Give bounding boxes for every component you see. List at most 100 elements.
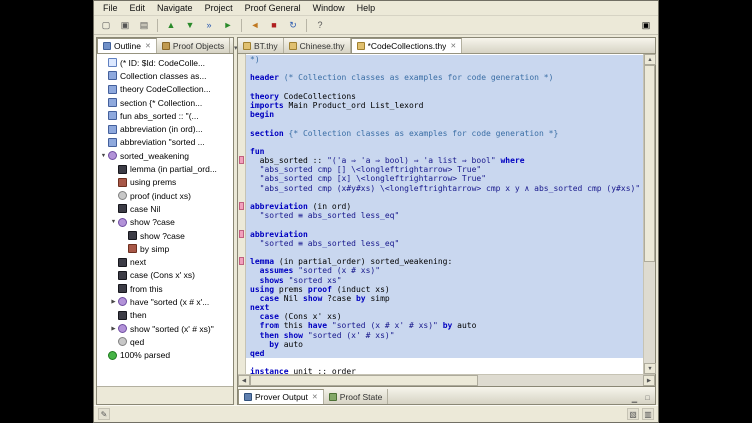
proof-goto-icon[interactable]: » bbox=[200, 17, 218, 33]
minimize-view-icon[interactable]: ▁ bbox=[629, 393, 640, 404]
tasks-icon[interactable]: ▥ bbox=[642, 408, 654, 420]
horizontal-scroll-track[interactable] bbox=[250, 375, 643, 386]
outline-item-qed[interactable]: qed bbox=[97, 335, 233, 348]
outline-item-collection-classes-as[interactable]: Collection classes as... bbox=[97, 69, 233, 82]
outline-item-abbreviation-sorted[interactable]: abbreviation "sorted ... bbox=[97, 136, 233, 149]
code-line-21[interactable]: "sorted ≡ abs_sorted less_eq" bbox=[246, 239, 643, 248]
outline-item-using-prems[interactable]: using prems bbox=[97, 176, 233, 189]
new-file-icon[interactable]: ▢ bbox=[97, 17, 115, 33]
tab-chinese-thy[interactable]: Chinese.thy bbox=[284, 38, 351, 53]
proof-next-step-icon[interactable]: ▼ bbox=[181, 17, 199, 33]
outline-item-100-parsed[interactable]: 100% parsed bbox=[97, 349, 233, 362]
code-area[interactable]: *) header (* Collection classes as exampl… bbox=[246, 54, 643, 374]
vertical-scroll-thumb[interactable] bbox=[644, 65, 655, 262]
horizontal-scrollbar[interactable]: ◀ ▶ bbox=[238, 374, 655, 386]
code-line-23[interactable]: lemma (in partial_order) sorted_weakenin… bbox=[246, 257, 643, 266]
code-line-22[interactable] bbox=[246, 248, 643, 257]
outline-item-next[interactable]: next bbox=[97, 255, 233, 268]
close-icon[interactable]: ✕ bbox=[450, 42, 456, 50]
code-line-29[interactable]: case (Cons x' xs) bbox=[246, 312, 643, 321]
code-line-20[interactable]: abbreviation bbox=[246, 230, 643, 239]
outline-item-sorted-weakening[interactable]: ▼sorted_weakening bbox=[97, 149, 233, 162]
outline-item-theory-codecollection[interactable]: theory CodeCollection... bbox=[97, 83, 233, 96]
code-line-17[interactable]: abbreviation (in ord) bbox=[246, 202, 643, 211]
outline-item-have-sorted-x-x[interactable]: ▶have "sorted (x # x'... bbox=[97, 295, 233, 308]
perspective-icon[interactable]: ▣ bbox=[637, 17, 655, 33]
code-line-12[interactable]: abs_sorted :: "('a ⇒ 'a ⇒ bool) ⇒ 'a lis… bbox=[246, 156, 643, 165]
outline-item-fun-abs-sorted[interactable]: fun abs_sorted :: "(... bbox=[97, 109, 233, 122]
code-line-13[interactable]: "abs_sorted cmp [] \<longleftrightarrow>… bbox=[246, 165, 643, 174]
code-line-24[interactable]: assumes "sorted (x # xs)" bbox=[246, 266, 643, 275]
code-line-2[interactable] bbox=[246, 64, 643, 73]
save-icon[interactable]: ▣ bbox=[116, 17, 134, 33]
vertical-scroll-track[interactable] bbox=[644, 65, 655, 363]
outline-item-proof-induct-xs[interactable]: proof (induct xs) bbox=[97, 189, 233, 202]
outline-item-abbreviation-in-ord[interactable]: abbreviation (in ord)... bbox=[97, 122, 233, 135]
code-line-10[interactable] bbox=[246, 138, 643, 147]
help-icon[interactable]: ? bbox=[311, 17, 329, 33]
code-line-5[interactable]: theory CodeCollections bbox=[246, 92, 643, 101]
scroll-left-icon[interactable]: ◀ bbox=[238, 375, 250, 386]
close-icon[interactable]: ✕ bbox=[145, 42, 151, 50]
code-line-1[interactable]: *) bbox=[246, 55, 643, 64]
outline-item-then[interactable]: then bbox=[97, 309, 233, 322]
code-line-33[interactable]: qed bbox=[246, 349, 643, 358]
code-line-25[interactable]: shows "sorted xs" bbox=[246, 276, 643, 285]
annotation-marker[interactable] bbox=[239, 202, 244, 210]
menu-item-navigate[interactable]: Navigate bbox=[151, 2, 199, 14]
scroll-right-icon[interactable]: ▶ bbox=[643, 375, 655, 386]
outline-item-id-id-codecolle[interactable]: (* ID: $Id: CodeColle... bbox=[97, 56, 233, 69]
code-line-32[interactable]: by auto bbox=[246, 340, 643, 349]
outline-item-show-sorted-x-xs[interactable]: ▶show "sorted (x' # xs)" bbox=[97, 322, 233, 335]
proof-restart-icon[interactable]: ↻ bbox=[284, 17, 302, 33]
code-line-6[interactable]: imports Main Product_ord List_lexord bbox=[246, 101, 643, 110]
expander-open-icon[interactable]: ▼ bbox=[99, 153, 108, 159]
outline-item-case-nil[interactable]: case Nil bbox=[97, 202, 233, 215]
tab-bt-thy[interactable]: BT.thy bbox=[238, 38, 284, 53]
code-line-28[interactable]: next bbox=[246, 303, 643, 312]
code-line-3[interactable]: header (* Collection classes as examples… bbox=[246, 73, 643, 82]
outline-item-show-case[interactable]: ▼show ?case bbox=[97, 216, 233, 229]
code-line-7[interactable]: begin bbox=[246, 110, 643, 119]
tab-prover-output[interactable]: Prover Output✕ bbox=[238, 389, 324, 404]
expander-closed-icon[interactable]: ▶ bbox=[109, 299, 118, 305]
scroll-down-icon[interactable]: ▼ bbox=[644, 363, 656, 374]
annotation-marker[interactable] bbox=[239, 257, 244, 265]
maximize-view-icon[interactable]: □ bbox=[642, 393, 653, 404]
code-line-34[interactable] bbox=[246, 358, 643, 367]
code-line-11[interactable]: fun bbox=[246, 147, 643, 156]
code-line-8[interactable] bbox=[246, 119, 643, 128]
outline-item-lemma-in-partial-ord[interactable]: lemma (in partial_ord... bbox=[97, 162, 233, 175]
menu-item-project[interactable]: Project bbox=[199, 2, 239, 14]
progress-icon[interactable]: ▧ bbox=[627, 408, 639, 420]
menu-item-help[interactable]: Help bbox=[351, 2, 382, 14]
tab-outline[interactable]: Outline✕ bbox=[97, 38, 157, 53]
print-icon[interactable]: ▤ bbox=[135, 17, 153, 33]
code-line-31[interactable]: then show "sorted (x' # xs)" bbox=[246, 331, 643, 340]
outline-item-show-case[interactable]: show ?case bbox=[97, 229, 233, 242]
outline-item-section-collection[interactable]: section {* Collection... bbox=[97, 96, 233, 109]
outline-item-by-simp[interactable]: by simp bbox=[97, 242, 233, 255]
code-line-18[interactable]: "sorted ≡ abs_sorted less_eq" bbox=[246, 211, 643, 220]
tab-codecollections-thy[interactable]: *CodeCollections.thy✕ bbox=[351, 38, 463, 53]
proof-stop-icon[interactable]: ■ bbox=[265, 17, 283, 33]
expander-open-icon[interactable]: ▼ bbox=[109, 219, 118, 225]
code-line-19[interactable] bbox=[246, 220, 643, 229]
annotation-marker[interactable] bbox=[239, 230, 244, 238]
menu-item-file[interactable]: File bbox=[97, 2, 124, 14]
code-line-9[interactable]: section {* Collection classes as example… bbox=[246, 129, 643, 138]
annotation-marker[interactable] bbox=[239, 156, 244, 164]
code-line-35[interactable]: instance unit :: order bbox=[246, 367, 643, 374]
code-line-27[interactable]: case Nil show ?case by simp bbox=[246, 294, 643, 303]
proof-process-all-icon[interactable]: ► bbox=[219, 17, 237, 33]
menu-item-edit[interactable]: Edit bbox=[124, 2, 152, 14]
scroll-up-icon[interactable]: ▲ bbox=[644, 54, 656, 65]
vertical-scrollbar[interactable]: ▲ ▼ bbox=[643, 54, 655, 374]
horizontal-scroll-thumb[interactable] bbox=[250, 375, 478, 386]
expander-closed-icon[interactable]: ▶ bbox=[109, 326, 118, 332]
code-line-26[interactable]: using prems proof (induct xs) bbox=[246, 285, 643, 294]
close-icon[interactable]: ✕ bbox=[312, 393, 318, 401]
menu-item-window[interactable]: Window bbox=[307, 2, 351, 14]
tab-proof-state[interactable]: Proof State bbox=[324, 389, 389, 404]
outline-item-from-this[interactable]: from this bbox=[97, 282, 233, 295]
